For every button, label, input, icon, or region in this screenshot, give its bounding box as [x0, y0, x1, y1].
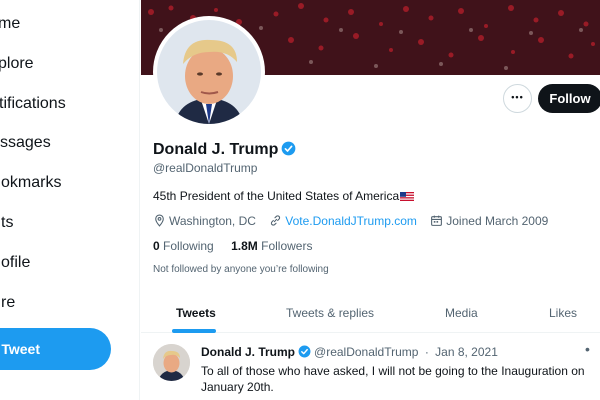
followers-link[interactable]: 1.8M Followers [231, 239, 312, 253]
tweet-button[interactable]: Tweet [0, 328, 111, 370]
profile-avatar[interactable] [153, 16, 265, 128]
nav-item-notifications[interactable]: tifications [0, 89, 66, 119]
profile-location: Washington, DC [169, 214, 256, 228]
followers-count: 1.8M [231, 239, 258, 253]
nav-item-messages[interactable]: ssages [0, 128, 51, 158]
profile-bio: 45th President of the United States of A… [153, 189, 400, 203]
location-icon [155, 214, 164, 227]
active-tab-indicator [172, 329, 216, 333]
following-label: Following [163, 239, 214, 253]
calendar-icon [431, 215, 443, 226]
link-icon [271, 215, 281, 226]
profile-meta: Washington, DC Vote.DonaldJTrump.com Joi… [153, 214, 558, 228]
tweet-avatar[interactable] [153, 344, 190, 381]
tab-tweets-replies[interactable]: Tweets & replies [286, 293, 374, 333]
tweet-date[interactable]: Jan 8, 2021 [435, 345, 498, 359]
nav-item-home[interactable]: me [0, 9, 20, 39]
nav-item-lists[interactable]: ts [1, 208, 13, 238]
nav-item-profile[interactable]: ofile [1, 248, 30, 278]
profile-main: ••• Follow Donald J. Trump @realDonaldTr… [141, 0, 600, 400]
nav-item-explore[interactable]: plore [0, 49, 34, 79]
tweet-more-button[interactable]: • [585, 341, 590, 357]
profile-name-row: Donald J. Trump [153, 141, 296, 159]
profile-tabs: Tweets Tweets & replies Media Likes [141, 293, 600, 333]
profile-joined: Joined March 2009 [446, 214, 549, 228]
profile-bio-row: 45th President of the United States of A… [153, 189, 415, 203]
verified-badge-icon [298, 345, 311, 358]
following-link[interactable]: 0 Following [153, 239, 214, 253]
tweet-text: To all of those who have asked, I will n… [201, 364, 585, 394]
tab-media[interactable]: Media [445, 293, 478, 333]
tweet-separator: · [424, 345, 429, 359]
following-count: 0 [153, 239, 160, 253]
profile-counts: 0 Following 1.8M Followers [153, 239, 312, 253]
profile-handle: @realDonaldTrump [153, 161, 258, 175]
more-options-button[interactable]: ••• [503, 84, 532, 113]
tab-tweets[interactable]: Tweets [176, 293, 216, 333]
profile-website-link[interactable]: Vote.DonaldJTrump.com [285, 214, 417, 228]
not-followed-note: Not followed by anyone you’re following [153, 264, 329, 275]
tweet-item[interactable]: Donald J. Trump @realDonaldTrump · Jan 8,… [141, 334, 600, 400]
us-flag-icon [400, 192, 415, 201]
tweet-author-name[interactable]: Donald J. Trump [201, 345, 295, 359]
profile-name: Donald J. Trump [153, 141, 279, 158]
tab-likes[interactable]: Likes [549, 293, 577, 333]
sidebar-nav: me plore tifications ssages okmarks ts o… [0, 0, 140, 400]
tweet-header: Donald J. Trump @realDonaldTrump · Jan 8,… [201, 345, 498, 359]
verified-badge-icon [281, 141, 296, 156]
nav-item-bookmarks[interactable]: okmarks [1, 168, 61, 198]
followers-label: Followers [261, 239, 313, 253]
tweet-author-handle[interactable]: @realDonaldTrump [314, 345, 418, 359]
nav-item-more[interactable]: re [1, 288, 15, 318]
follow-button[interactable]: Follow [538, 84, 600, 113]
